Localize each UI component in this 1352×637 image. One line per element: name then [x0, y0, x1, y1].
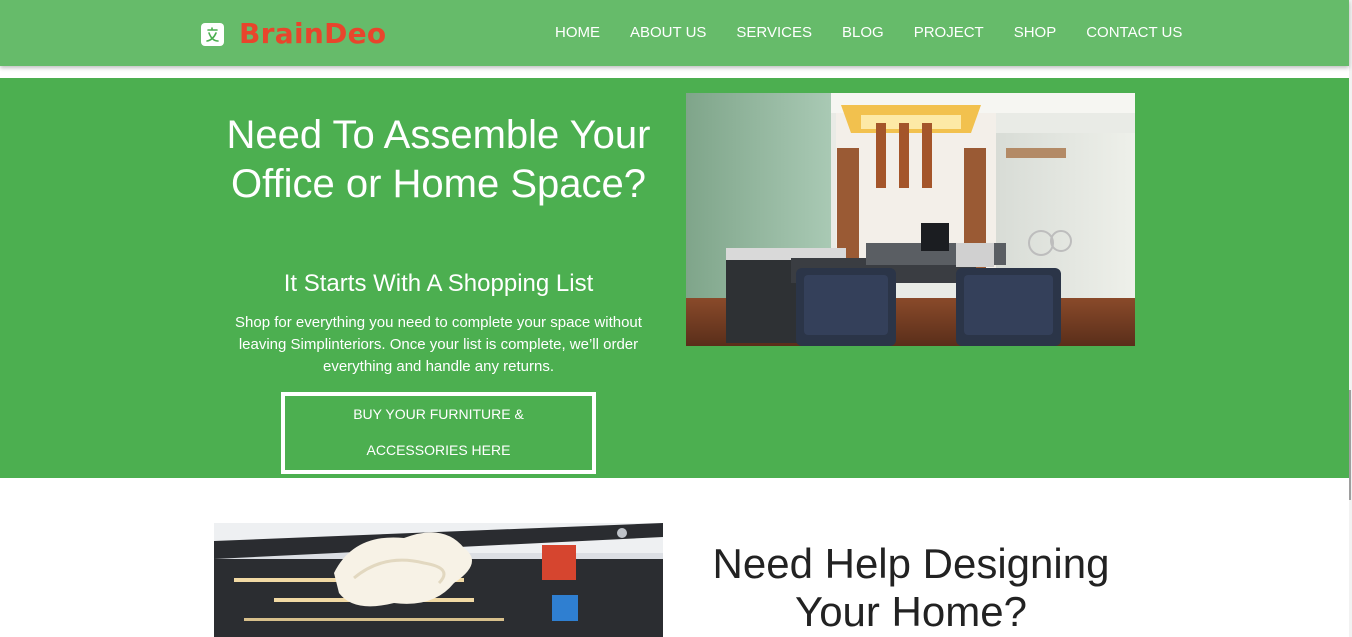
- nav-shop[interactable]: SHOP: [1014, 24, 1057, 42]
- scrollbar-thumb[interactable]: [1349, 390, 1351, 500]
- nav-blog[interactable]: BLOG: [842, 24, 884, 42]
- nav-about-us[interactable]: ABOUT US: [630, 24, 706, 42]
- brand-name: BrainDeo: [239, 17, 387, 50]
- nav-services[interactable]: SERVICES: [736, 24, 812, 42]
- hero-section: [0, 78, 1349, 478]
- hero-subtitle: It Starts With A Shopping List: [283, 270, 594, 297]
- hero-title: Need To Assemble Your Office or Home Spa…: [226, 113, 651, 206]
- nav-project[interactable]: PROJECT: [914, 24, 984, 42]
- brand-logo[interactable]: BrainDeo: [201, 18, 386, 50]
- site-header: BrainDeo HOME ABOUT US SERVICES BLOG PRO…: [0, 0, 1349, 66]
- nav-home[interactable]: HOME: [555, 24, 600, 42]
- design-interior-image: [214, 523, 663, 637]
- office-interior-image: [686, 93, 1135, 346]
- main-nav: HOME ABOUT US SERVICES BLOG PROJECT SHOP…: [555, 24, 1182, 42]
- nav-contact-us[interactable]: CONTACT US: [1086, 24, 1182, 42]
- brand-logo-icon: [201, 22, 224, 46]
- hero-description: Shop for everything you need to complete…: [235, 314, 642, 375]
- buy-furniture-button[interactable]: BUY YOUR FURNITURE & ACCESSORIES HERE: [281, 392, 596, 474]
- section2-title: Need Help Designing Your Home?: [712, 540, 1110, 635]
